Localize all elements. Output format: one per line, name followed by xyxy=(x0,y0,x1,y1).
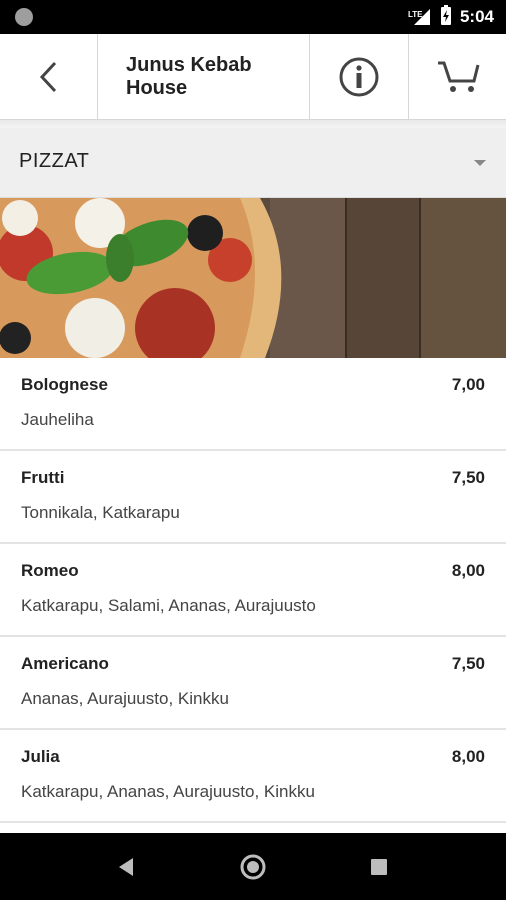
menu-item[interactable]: Frutti 7,50 Tonnikala, Katkarapu xyxy=(0,451,506,544)
item-price: 7,50 xyxy=(451,654,485,673)
title-cell: Junus Kebab House xyxy=(98,34,310,120)
recents-square-icon[interactable] xyxy=(370,858,388,876)
chevron-down-icon xyxy=(474,160,486,166)
back-button[interactable] xyxy=(0,34,98,120)
restaurant-title: Junus Kebab House xyxy=(126,54,252,99)
item-price: 7,50 xyxy=(451,468,485,487)
cart-icon xyxy=(437,61,479,92)
item-price: 8,00 xyxy=(451,747,485,766)
home-circle-icon[interactable] xyxy=(239,853,267,881)
item-name: Julia xyxy=(21,747,60,766)
back-triangle-icon[interactable] xyxy=(117,857,135,877)
item-price: 7,00 xyxy=(451,375,485,394)
item-name: Americano xyxy=(21,654,109,673)
status-bar: LTE 5:04 xyxy=(0,0,506,34)
info-icon xyxy=(339,57,379,97)
item-name: Frutti xyxy=(21,468,65,487)
item-name: Romeo xyxy=(21,561,79,580)
category-dropdown[interactable]: PIZZAT xyxy=(0,128,506,198)
item-description: Tonnikala, Katkarapu xyxy=(21,503,180,522)
menu-item[interactable]: Americano 7,50 Ananas, Aurajuusto, Kinkk… xyxy=(0,637,506,730)
item-description: Jauheliha xyxy=(21,410,94,429)
app-header: Junus Kebab House xyxy=(0,34,506,120)
item-price: 8,00 xyxy=(451,561,485,580)
category-label: PIZZAT xyxy=(19,150,90,172)
battery-icon xyxy=(440,4,452,30)
system-nav-bar xyxy=(0,833,506,900)
item-description: Ananas, Aurajuusto, Kinkku xyxy=(21,689,229,708)
category-hero-image xyxy=(0,198,506,358)
signal-icon: LTE xyxy=(408,7,432,27)
info-button[interactable] xyxy=(310,34,409,120)
cart-button[interactable] xyxy=(409,34,506,120)
notification-dot-icon xyxy=(15,8,33,26)
menu-item[interactable]: Bolognese 7,00 Jauheliha xyxy=(0,358,506,451)
item-description: Katkarapu, Salami, Ananas, Aurajuusto xyxy=(21,596,316,615)
item-description: Katkarapu, Ananas, Aurajuusto, Kinkku xyxy=(21,782,315,801)
menu-item[interactable]: Julia 8,00 Katkarapu, Ananas, Aurajuusto… xyxy=(0,730,506,823)
status-icons: LTE 5:04 xyxy=(408,0,494,34)
status-time: 5:04 xyxy=(459,7,494,26)
back-arrow-icon xyxy=(39,61,56,93)
item-name: Bolognese xyxy=(21,375,108,394)
menu-item[interactable]: Romeo 8,00 Katkarapu, Salami, Ananas, Au… xyxy=(0,544,506,637)
menu-list: Bolognese 7,00 Jauheliha Frutti 7,50 Ton… xyxy=(0,358,506,823)
